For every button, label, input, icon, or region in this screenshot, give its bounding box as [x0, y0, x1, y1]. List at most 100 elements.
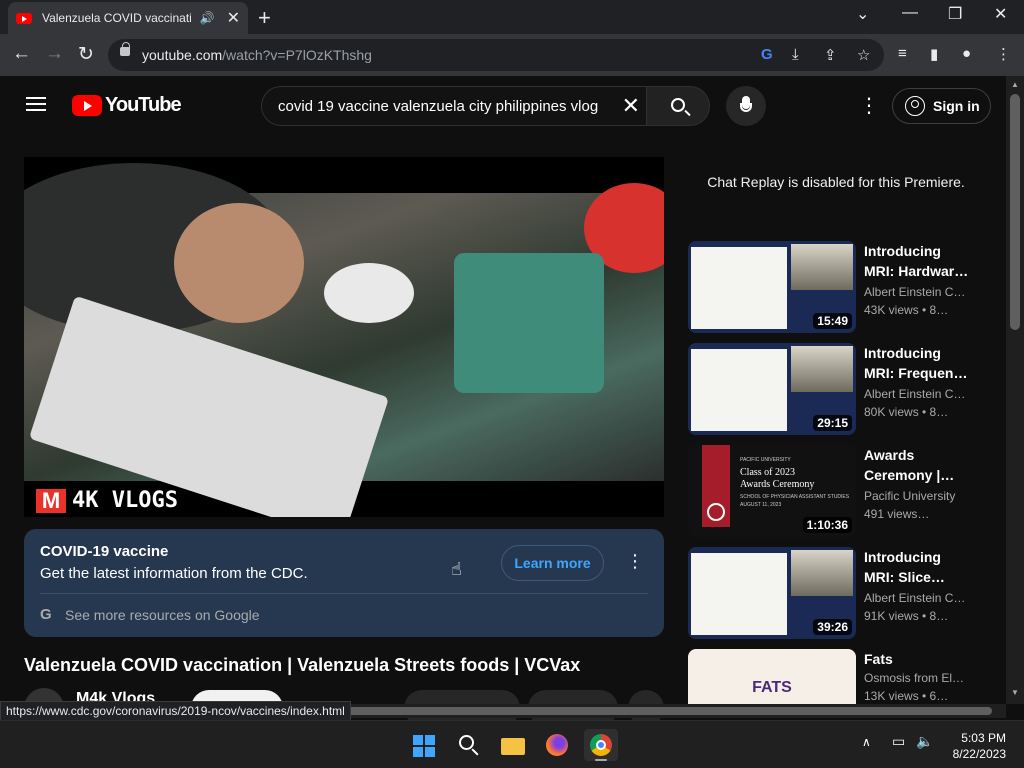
learn-more-button[interactable]: Learn more	[501, 545, 604, 581]
search-button[interactable]	[646, 86, 710, 126]
info-more-options-icon[interactable]: ⋮	[626, 551, 644, 572]
recommendation-thumbnail[interactable]: 39:26	[688, 547, 856, 639]
thumb-date: AUGUST 11, 2023	[740, 502, 782, 508]
google-icon: G	[40, 606, 52, 623]
account-icon	[905, 96, 925, 116]
youtube-favicon-icon	[16, 12, 32, 24]
youtube-logo[interactable]: YouTube	[72, 94, 182, 117]
recommendation-thumbnail[interactable]: FATS	[688, 649, 856, 704]
sign-in-button[interactable]: Sign in	[892, 88, 991, 124]
browser-menu-icon[interactable]: ⋮	[996, 45, 1011, 63]
video-duration: 15:49	[813, 313, 852, 329]
install-app-icon[interactable]: ⤓	[792, 46, 799, 63]
scroll-up-icon[interactable]: ▲	[1011, 80, 1019, 89]
reading-list-icon[interactable]: ≡	[898, 45, 907, 62]
start-icon-pane	[425, 735, 435, 745]
hand-cursor-icon: ☝	[451, 559, 462, 579]
recommendation-title[interactable]: Introducing MRI: Slice…	[864, 547, 974, 587]
recommendation-title[interactable]: Introducing MRI: Hardwar…	[864, 241, 974, 281]
search-icon	[671, 98, 685, 112]
recommendation-item[interactable]: PACIFIC UNIVERSITY Class of 2023 Awards …	[688, 445, 988, 537]
video-shape-paper	[28, 295, 390, 517]
recommendation-item[interactable]: 39:26 Introducing MRI: Slice… Albert Ein…	[688, 547, 988, 639]
thumb-class: Class of 2023	[740, 467, 795, 478]
thumb-university: PACIFIC UNIVERSITY	[740, 457, 791, 463]
restore-button[interactable]: ❐	[948, 4, 962, 24]
taskbar-search-icon[interactable]	[452, 729, 486, 761]
hamburger-menu-icon[interactable]	[26, 97, 46, 111]
taskbar-clock[interactable]: 5:03 PM 8/22/2023	[944, 730, 1006, 762]
address-url[interactable]: youtube.com/watch?v=P7lOzKThshg	[142, 47, 372, 63]
google-lens-icon[interactable]: G	[761, 46, 773, 63]
info-heading: COVID-19 vaccine	[40, 543, 169, 560]
voice-search-button[interactable]	[726, 86, 766, 126]
minimize-button[interactable]: —	[902, 4, 918, 22]
video-title: Valenzuela COVID vaccination | Valenzuel…	[24, 655, 581, 675]
lock-icon[interactable]	[120, 42, 130, 56]
youtube-masthead: YouTube covid 19 vaccine valenzuela city…	[0, 76, 1006, 134]
watermark-text: 4K VLOGS	[72, 488, 178, 513]
recommendation-item[interactable]: FATS Fats Osmosis from El… 13K views • 6…	[688, 649, 988, 704]
close-window-button[interactable]: ✕	[994, 4, 1007, 24]
recommendation-channel[interactable]: Albert Einstein C…	[864, 591, 974, 605]
recommendation-title[interactable]: Awards Ceremony |…	[864, 445, 974, 485]
show-hidden-icons-chevron-icon[interactable]: ∧	[862, 735, 871, 749]
recommendation-channel[interactable]: Albert Einstein C…	[864, 285, 974, 299]
recommendation-channel[interactable]: Osmosis from El…	[864, 671, 974, 685]
search-query-text[interactable]: covid 19 vaccine valenzuela city philipp…	[278, 98, 618, 115]
reload-button[interactable]: ↻	[78, 43, 94, 66]
browser-tab[interactable]: Valenzuela COVID vaccination | Valenzuel…	[8, 2, 248, 34]
vertical-scrollbar[interactable]: ▲ ▼	[1006, 76, 1024, 704]
forward-button[interactable]: →	[45, 43, 64, 65]
more-resources-link[interactable]: See more resources on Google	[65, 607, 260, 623]
browser-toolbar: ← → ↻ youtube.com/watch?v=P7lOzKThshg G …	[0, 34, 1024, 76]
recommendation-channel[interactable]: Albert Einstein C…	[864, 387, 974, 401]
recommendation-thumbnail[interactable]: PACIFIC UNIVERSITY Class of 2023 Awards …	[688, 445, 856, 537]
video-player[interactable]: M 4K VLOGS	[24, 157, 664, 517]
youtube-play-icon	[72, 95, 102, 116]
lecture-photo	[791, 244, 853, 290]
recommendation-meta: 91K views • 8…	[864, 609, 949, 623]
folder-body	[501, 738, 525, 755]
video-duration: 29:15	[813, 415, 852, 431]
search-input[interactable]: covid 19 vaccine valenzuela city philipp…	[261, 86, 647, 126]
chrome-icon[interactable]	[584, 729, 618, 761]
clock-date: 8/22/2023	[952, 747, 1006, 761]
video-duration: 1:10:36	[802, 517, 852, 533]
profile-icon[interactable]: ●	[962, 45, 971, 62]
network-icon[interactable]: ▭	[892, 733, 905, 750]
clock-time: 5:03 PM	[961, 731, 1006, 745]
youtube-wordmark: YouTube	[105, 94, 182, 116]
video-watermark: M 4K VLOGS	[36, 488, 178, 513]
file-explorer-icon[interactable]	[496, 729, 530, 761]
settings-kebab-icon[interactable]: ⋮	[859, 93, 879, 118]
tab-strip: Valenzuela COVID vaccination | Valenzuel…	[0, 0, 1024, 34]
link-hover-status: https://www.cdc.gov/coronavirus/2019-nco…	[0, 701, 351, 721]
recommendation-channel[interactable]: Pacific University	[864, 489, 974, 503]
recommendation-title[interactable]: Fats	[864, 649, 974, 669]
recommendation-meta: 80K views • 8…	[864, 405, 949, 419]
recommendation-thumbnail[interactable]: 29:15	[688, 343, 856, 435]
bookmark-star-icon[interactable]: ☆	[857, 46, 870, 64]
back-button[interactable]: ←	[12, 43, 31, 65]
volume-icon[interactable]: 🔈	[916, 733, 933, 750]
video-frame[interactable]	[24, 163, 664, 517]
speaker-icon[interactable]: 🔊	[200, 11, 215, 25]
tab-search-icon[interactable]: ⌄	[856, 4, 869, 24]
firefox-icon[interactable]	[540, 729, 574, 761]
recommendation-title[interactable]: Introducing MRI: Frequen…	[864, 343, 974, 383]
address-bar[interactable]: youtube.com/watch?v=P7lOzKThshg G ⤓ ⇪ ☆	[108, 39, 884, 71]
recommendation-item[interactable]: 15:49 Introducing MRI: Hardwar… Albert E…	[688, 241, 988, 333]
thumb-school: SCHOOL OF PHYSICIAN ASSISTANT STUDIES	[740, 494, 850, 500]
recommendation-item[interactable]: 29:15 Introducing MRI: Frequen… Albert E…	[688, 343, 988, 435]
side-panel-icon[interactable]: ▮	[930, 45, 938, 63]
windows-start-icon[interactable]	[407, 729, 441, 761]
share-icon[interactable]: ⇪	[824, 46, 837, 64]
scroll-down-icon[interactable]: ▼	[1011, 688, 1019, 697]
vertical-scroll-thumb[interactable]	[1010, 94, 1020, 330]
clear-search-icon[interactable]: ✕	[622, 93, 640, 119]
whiteboard-image	[691, 247, 787, 329]
recommendation-thumbnail[interactable]: 15:49	[688, 241, 856, 333]
new-tab-button[interactable]: +	[258, 5, 271, 31]
close-tab-icon[interactable]: ✕	[227, 8, 240, 28]
